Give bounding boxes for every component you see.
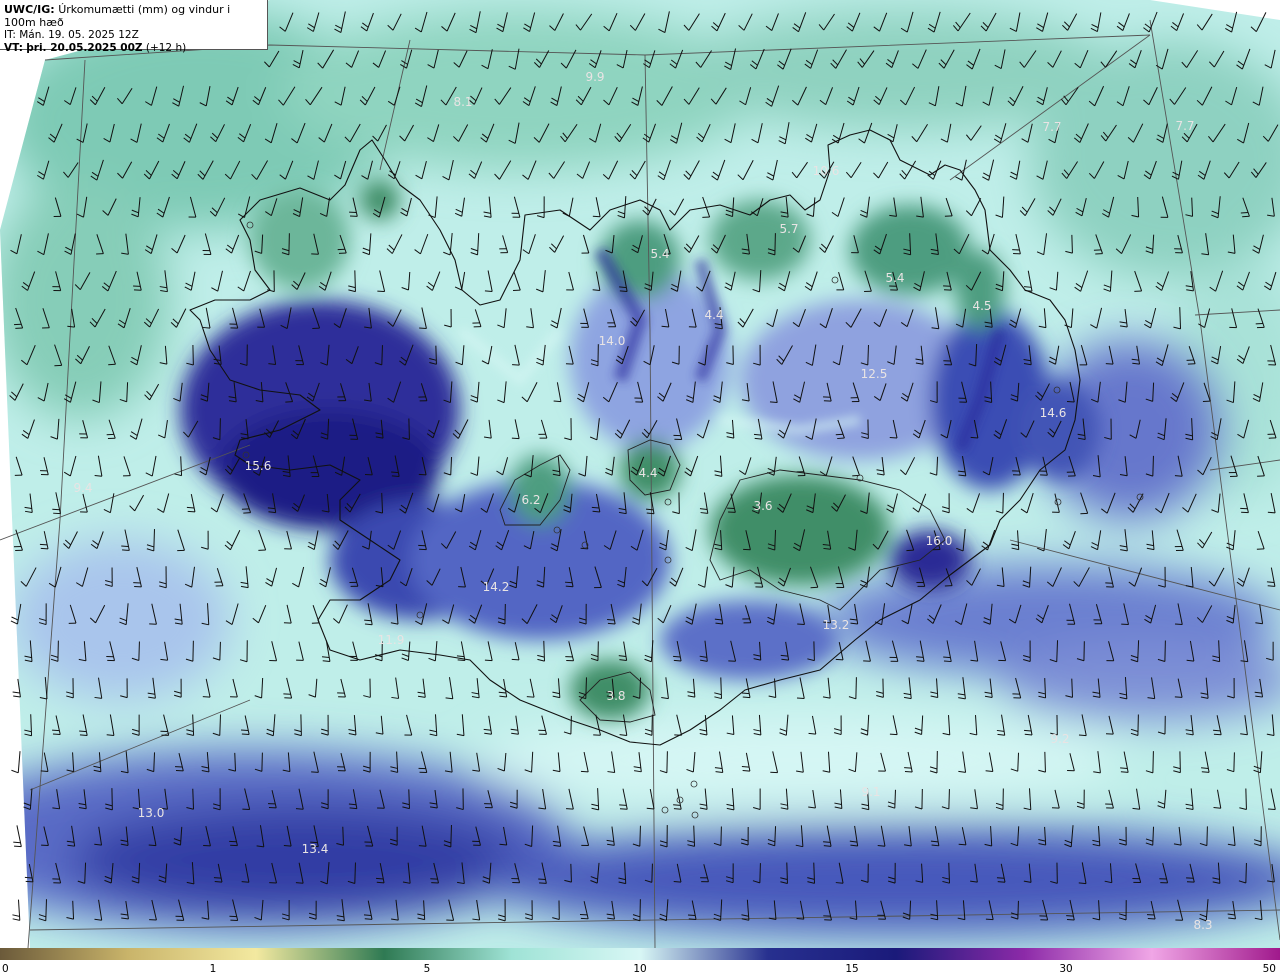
max-value-label: 15.6: [245, 459, 272, 473]
colorbar-tick: 5: [423, 963, 431, 975]
max-value-label: 3.8: [606, 689, 625, 703]
it-value: Mán. 19. 05. 2025 12Z: [19, 29, 139, 41]
max-value-label: 9.1: [861, 785, 880, 799]
vt-offset: (+12 h): [145, 42, 187, 54]
max-value-label: 10.6: [813, 164, 840, 178]
colorbar: 0 1 5 10 15 30 50: [0, 948, 1280, 978]
max-value-label: 12.5: [861, 367, 888, 381]
title-box: UWC/IG: Úrkomumætti (mm) og vindur i 100…: [0, 0, 268, 54]
max-value-label: 8.1: [453, 95, 472, 109]
max-value-label: 14.6: [1040, 406, 1067, 420]
vt-label: VT:: [4, 42, 23, 54]
max-value-label: 9.9: [585, 70, 604, 84]
max-value-label: 11.9: [378, 633, 405, 647]
max-value-label: 9.4: [73, 481, 92, 495]
max-value-label: 3.6: [753, 499, 772, 513]
max-value-label: 9.2: [1050, 732, 1069, 746]
max-value-label: 16.0: [926, 534, 953, 548]
max-value-label: 7.7: [1042, 120, 1061, 134]
max-value-label: 13.4: [302, 842, 329, 856]
max-value-label: 14.0: [599, 334, 626, 348]
colorbar-gradient: [0, 948, 1280, 960]
max-value-label: 13.0: [138, 806, 165, 820]
max-value-label: 14.2: [483, 580, 510, 594]
max-value-label: 4.4: [704, 308, 723, 322]
max-value-label: 5.4: [650, 247, 669, 261]
max-value-label: 6.2: [521, 493, 540, 507]
colorbar-tick: 30: [1059, 963, 1073, 975]
colorbar-tick: 0: [2, 963, 9, 975]
max-value-label: 8.3: [1193, 918, 1212, 932]
max-value-label: 4.4: [638, 466, 657, 480]
max-value-label: 5.4: [885, 271, 904, 285]
colorbar-tick: 1: [209, 963, 217, 975]
max-value-label: 13.2: [823, 618, 850, 632]
colorbar-tick: 15: [845, 963, 859, 975]
colorbar-tick: 50: [1262, 963, 1276, 975]
colorbar-tick: 10: [633, 963, 647, 975]
max-value-label: 5.7: [779, 222, 798, 236]
precipitation-map: 9.9 8.1 7.7 7.7 10.6 5.7 5.4 5.4 4.5 4.4 14.0 12.5 1…: [0, 0, 1280, 948]
it-label: IT:: [4, 29, 16, 41]
max-value-label: 4.5: [972, 299, 991, 313]
vt-value: þri. 20.05.2025 00Z: [26, 42, 143, 54]
product-label: UWC/IG:: [4, 3, 55, 16]
max-value-label: 7.7: [1175, 119, 1194, 133]
